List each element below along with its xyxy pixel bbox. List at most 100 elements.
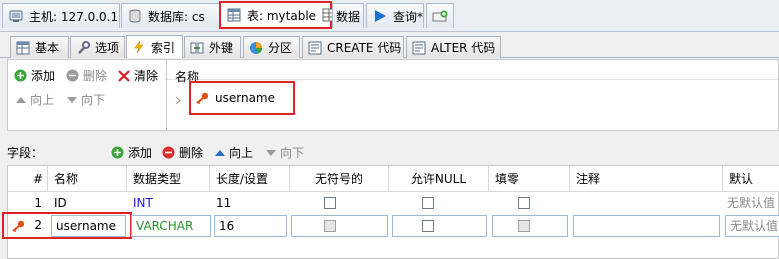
index-up-button[interactable]: 向上: [16, 91, 54, 108]
key-icon: [195, 92, 209, 104]
field-comment-input[interactable]: [573, 215, 720, 237]
new-tab-icon: [432, 10, 448, 22]
tab-indexes-label: 索引: [151, 40, 176, 55]
arrow-down-icon: [67, 96, 77, 104]
fields-toolbar: 字段： 添加 删除 向上 向下: [0, 140, 779, 164]
tab-database-label: 数据库: cs: [148, 9, 205, 24]
table-icon: [16, 41, 30, 55]
zerofill-checkbox[interactable]: [518, 220, 530, 232]
col-header-type[interactable]: 数据类型: [127, 166, 210, 192]
zerofill-checkbox[interactable]: [518, 197, 530, 209]
col-header-num[interactable]: #: [8, 166, 48, 192]
index-item-username[interactable]: username: [189, 81, 295, 115]
field-default[interactable]: 无默认值: [723, 192, 779, 216]
tab-data-label: 数据: [336, 9, 361, 24]
arrow-up-icon: [215, 149, 225, 157]
allow-null-checkbox[interactable]: [422, 220, 434, 232]
index-delete-button[interactable]: 删除: [66, 67, 107, 84]
index-toolbar-panel: 添加 删除 清除 向上 向下: [7, 59, 167, 131]
arrow-down-icon: [266, 149, 276, 157]
tab-host[interactable]: 主机: 127.0.0.1: [2, 3, 120, 28]
index-item-label: username: [215, 91, 275, 105]
field-length-input[interactable]: 16: [214, 215, 287, 237]
play-icon: [373, 9, 387, 23]
field-delete-label: 删除: [179, 146, 204, 160]
index-clear-button[interactable]: 清除: [118, 67, 158, 84]
field-comment[interactable]: [570, 192, 723, 216]
clear-icon: [118, 69, 130, 82]
database-icon: [128, 9, 142, 23]
zerofill-cell[interactable]: [492, 215, 568, 237]
unsigned-checkbox[interactable]: [324, 220, 336, 232]
field-name-input[interactable]: username: [51, 215, 126, 237]
arrow-up-icon: [16, 96, 26, 104]
index-down-label: 向下: [81, 93, 106, 107]
delete-icon: [66, 69, 79, 82]
expand-arrow-icon[interactable]: [175, 96, 181, 105]
allow-null-cell[interactable]: [392, 215, 487, 237]
tab-options[interactable]: 选项: [70, 36, 125, 58]
col-header-unsigned[interactable]: 无符号的: [290, 166, 389, 192]
field-type-select[interactable]: VARCHAR: [131, 215, 211, 237]
tab-alter-code[interactable]: ALTER 代码: [406, 36, 501, 58]
tab-alter-code-label: ALTER 代码: [431, 41, 496, 55]
unsigned-cell[interactable]: [291, 215, 388, 237]
allow-null-checkbox[interactable]: [422, 197, 434, 209]
tab-table-label: 表: mytable: [247, 8, 317, 23]
unsigned-checkbox[interactable]: [324, 197, 336, 209]
tab-database[interactable]: 数据库: cs: [121, 3, 232, 28]
new-tab-button[interactable]: [426, 3, 454, 28]
lightning-icon: [132, 40, 146, 54]
field-down-label: 向下: [280, 146, 305, 160]
code-icon: [308, 41, 322, 55]
col-header-default[interactable]: 默认: [723, 166, 779, 192]
field-length[interactable]: 11: [210, 192, 290, 216]
add-icon: [111, 146, 124, 159]
tab-indexes[interactable]: 索引: [126, 35, 183, 58]
col-header-zerofill[interactable]: 填零: [489, 166, 570, 192]
top-tab-bar: 主机: 127.0.0.1 数据库: cs 表: mytable 数据 查询*: [0, 0, 779, 32]
index-add-label: 添加: [31, 69, 56, 83]
tab-options-label: 选项: [95, 41, 120, 55]
table-row[interactable]: 2 username VARCHAR 16 无默认值: [2, 212, 779, 239]
index-clear-label: 清除: [134, 69, 159, 83]
field-default-input[interactable]: 无默认值: [725, 215, 779, 237]
tab-partitions-label: 分区: [268, 41, 293, 55]
pie-icon: [249, 41, 263, 55]
col-header-allow-null[interactable]: 允许NULL: [389, 166, 489, 192]
tab-query[interactable]: 查询*: [366, 3, 424, 28]
fields-label: 字段：: [7, 146, 44, 160]
fields-grid: # 名称 数据类型 长度/设置 无符号的 允许NULL 填零 注释 默认 1 I…: [2, 165, 779, 259]
field-down-button[interactable]: 向下: [266, 144, 304, 161]
tab-foreign-keys-label: 外键: [209, 41, 234, 55]
tab-data[interactable]: 数据: [332, 3, 364, 28]
field-add-label: 添加: [128, 146, 153, 160]
col-header-name[interactable]: 名称: [48, 166, 127, 192]
tab-basic-label: 基本: [35, 41, 60, 55]
tab-query-label: 查询*: [393, 9, 424, 24]
index-delete-label: 删除: [83, 69, 108, 83]
foreign-key-icon: [190, 41, 204, 55]
field-add-button[interactable]: 添加: [111, 144, 152, 161]
key-icon: [11, 220, 25, 232]
tab-partitions[interactable]: 分区: [243, 36, 300, 58]
index-add-button[interactable]: 添加: [14, 67, 55, 84]
add-icon: [14, 69, 27, 82]
field-type[interactable]: INT: [127, 192, 210, 216]
index-tree: 名称 username: [167, 59, 779, 131]
field-delete-button[interactable]: 删除: [162, 144, 203, 161]
field-up-button[interactable]: 向上: [215, 144, 253, 161]
tab-basic[interactable]: 基本: [10, 36, 69, 58]
row-number: 2: [34, 218, 42, 232]
tab-host-label: 主机: 127.0.0.1: [29, 9, 119, 24]
field-up-label: 向上: [229, 146, 254, 160]
tab-table[interactable]: 表: mytable: [219, 1, 336, 29]
wrench-icon: [76, 40, 90, 55]
col-header-comment[interactable]: 注释: [570, 166, 723, 192]
server-icon: [9, 9, 23, 23]
code-icon: [412, 41, 426, 55]
index-down-button[interactable]: 向下: [67, 91, 105, 108]
col-header-length[interactable]: 长度/设置: [210, 166, 290, 192]
tab-create-code[interactable]: CREATE 代码: [302, 36, 404, 58]
tab-foreign-keys[interactable]: 外键: [184, 36, 241, 58]
